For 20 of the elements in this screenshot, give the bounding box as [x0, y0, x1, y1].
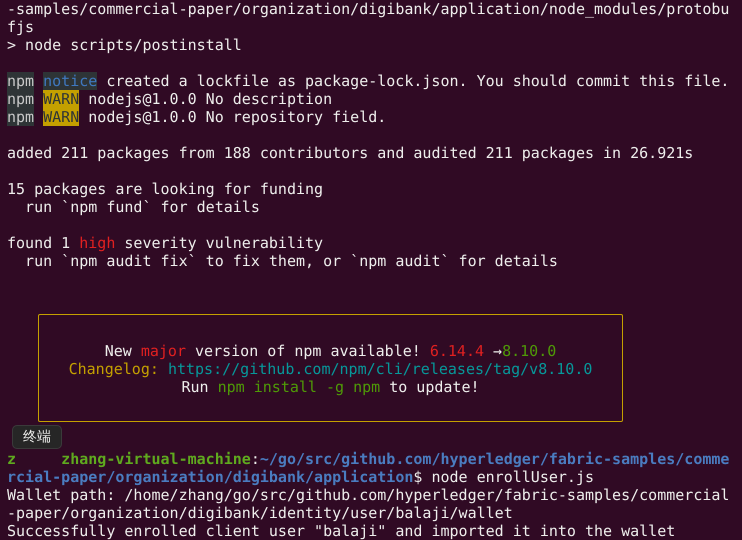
terminal-line: found 1 high severity vulnerability: [7, 234, 324, 252]
terminal-line: added 211 packages from 188 contributors and audited 211 packages in 26.921s: [7, 144, 694, 162]
terminal-line: 15 packages are looking for funding: [7, 180, 324, 198]
terminal-line: Successfully enrolled client user "balaji" and imported it into the wallet: [7, 522, 676, 540]
terminal-line: Run npm install -g npm to update!: [181, 378, 480, 396]
terminal-line: run `npm fund` for details: [24, 198, 260, 216]
terminal-line: New major version of npm available! 6.14.4 →8.10.0: [104, 342, 556, 360]
terminal-line: z zhang-virtual-machine:~/go/src/github.com/hyperledger/fabric-samples/comme: [7, 450, 730, 468]
terminal-line: > node scripts/postinstall: [7, 36, 242, 54]
terminal-line: fjs: [7, 18, 34, 36]
terminal-line: run `npm audit fix` to fix them, or `npm audit` for details: [24, 252, 558, 270]
terminal-line: npm WARN nodejs@1.0.0 No repository field.: [7, 108, 386, 126]
terminal-line: -samples/commercial-paper/organization/digibank/application/node_modules/protobu: [7, 0, 730, 18]
terminal-line: npm WARN nodejs@1.0.0 No description: [7, 90, 332, 108]
terminal-line: Changelog: https://github.com/npm/cli/releases/tag/v8.10.0: [68, 360, 592, 378]
terminal-line: Wallet path: /home/zhang/go/src/github.com/hyperledger/fabric-samples/commercial: [7, 486, 730, 504]
terminal-line: rcial-paper/organization/digibank/application$ node enrollUser.js: [7, 468, 594, 486]
tooltip: 终端: [12, 425, 62, 449]
terminal-line: npm notice created a lockfile as package-lock.json. You should commit this file.: [7, 72, 730, 90]
terminal-line: -paper/organization/digibank/identity/user/balaji/wallet: [7, 504, 513, 522]
